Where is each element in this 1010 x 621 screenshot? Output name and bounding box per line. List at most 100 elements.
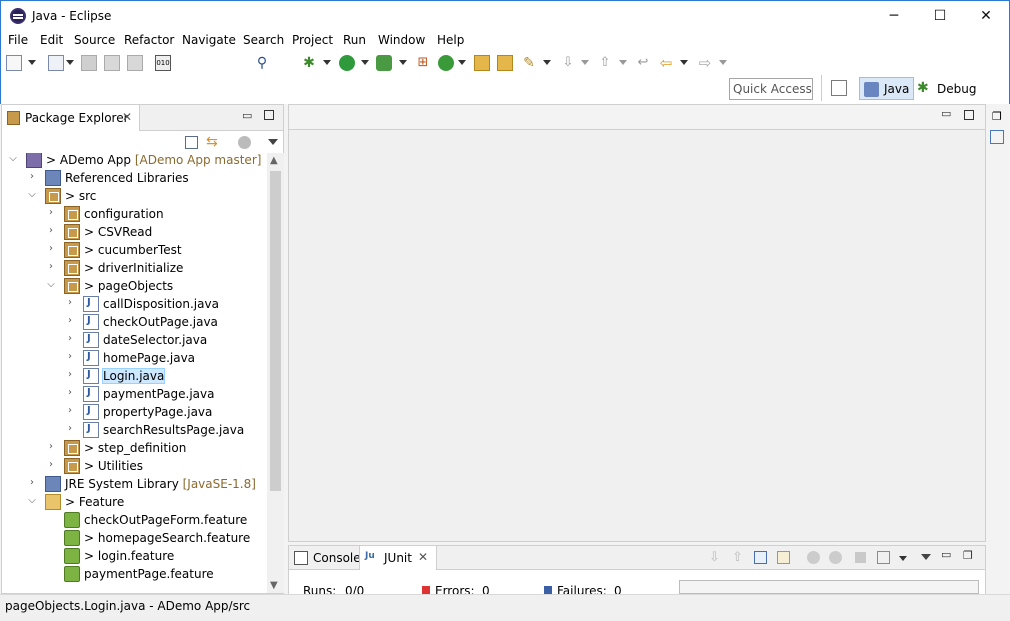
tree-item[interactable]: › JRE System Library [JavaSE-1.8] — [2, 475, 267, 493]
history-dropdown-icon[interactable] — [899, 556, 907, 561]
back-icon[interactable]: ⇦ — [658, 55, 674, 71]
open-task-icon[interactable] — [497, 55, 513, 71]
collapsed-chevron-icon[interactable]: › — [46, 441, 56, 453]
tree-item[interactable]: › configuration — [2, 205, 267, 223]
expanded-chevron-icon[interactable]: ⌵ — [27, 189, 37, 201]
menu-run[interactable]: Run — [343, 33, 366, 47]
minimize-editor-icon[interactable]: ▭ — [941, 107, 951, 120]
tree-item[interactable]: ⌵ > Feature — [2, 493, 267, 511]
minimize-button[interactable]: ─ — [871, 1, 917, 31]
forward-dropdown-icon[interactable] — [719, 60, 727, 65]
tree-item[interactable]: › checkOutPage.java — [2, 313, 267, 331]
collapsed-chevron-icon[interactable]: › — [65, 315, 75, 327]
collapsed-chevron-icon[interactable]: › — [65, 351, 75, 363]
tab-junit[interactable]: Ju JUnit ✕ — [359, 546, 437, 570]
restore-icon[interactable]: ❐ — [992, 110, 1002, 123]
maximize-editor-icon[interactable] — [964, 110, 974, 120]
collapse-all-icon[interactable] — [185, 136, 198, 149]
tree-scrollbar[interactable]: ▲ ▼ — [267, 153, 284, 593]
collapsed-chevron-icon[interactable]: › — [27, 477, 37, 489]
new-java-package-icon[interactable]: ⊞ — [415, 55, 431, 71]
show-failures-only-icon[interactable] — [754, 551, 767, 564]
prev-annotation-dropdown-icon[interactable] — [619, 60, 627, 65]
close-junit-tab-icon[interactable]: ✕ — [418, 550, 428, 564]
menu-source[interactable]: Source — [74, 33, 115, 47]
minimize-view-icon[interactable]: ▭ — [242, 109, 252, 122]
close-tab-icon[interactable]: ✕ — [122, 110, 132, 124]
collapsed-chevron-icon[interactable]: › — [46, 243, 56, 255]
quick-access-input[interactable]: Quick Access — [729, 78, 813, 100]
prev-failure-icon[interactable]: ⇧ — [732, 550, 743, 565]
debug-dropdown-icon[interactable] — [323, 60, 331, 65]
save-icon[interactable] — [81, 55, 97, 71]
save-all-icon[interactable] — [104, 55, 120, 71]
collapsed-chevron-icon[interactable]: › — [27, 171, 37, 183]
tree-item[interactable]: › callDisposition.java — [2, 295, 267, 313]
print-icon[interactable] — [127, 55, 143, 71]
run-last-tool-icon[interactable] — [376, 55, 392, 71]
tree-item[interactable]: › > step_definition — [2, 439, 267, 457]
view-menu-icon[interactable] — [268, 139, 278, 145]
collapsed-chevron-icon[interactable]: › — [46, 225, 56, 237]
search-dropdown-icon[interactable] — [543, 60, 551, 65]
tab-package-explorer[interactable]: Package Explorer ✕ — [2, 105, 140, 131]
last-edit-icon[interactable]: ↩ — [635, 55, 651, 71]
tree-item[interactable]: › > cucumberTest — [2, 241, 267, 259]
editor-canvas[interactable] — [289, 129, 985, 541]
run-tool-dropdown-icon[interactable] — [399, 60, 407, 65]
prev-annotation-icon[interactable]: ⇧ — [597, 55, 613, 71]
tree-item[interactable]: › Referenced Libraries — [2, 169, 267, 187]
close-button[interactable]: ✕ — [963, 1, 1009, 31]
scroll-lock-icon[interactable] — [777, 551, 790, 564]
rerun-failed-first-icon[interactable] — [829, 551, 842, 564]
tree-item[interactable]: ⌵ > ADemo App [ADemo App master] — [2, 153, 267, 169]
back-dropdown-icon[interactable] — [680, 60, 688, 65]
collapsed-chevron-icon[interactable]: › — [65, 387, 75, 399]
outline-icon[interactable] — [990, 130, 1004, 144]
open-dropdown-icon[interactable] — [66, 60, 74, 65]
open-type-icon[interactable] — [48, 55, 64, 71]
tree-item[interactable]: checkOutPageForm.feature — [2, 511, 267, 529]
tree-item[interactable]: > homepageSearch.feature — [2, 529, 267, 547]
expanded-chevron-icon[interactable]: ⌵ — [27, 495, 37, 507]
new-class-dropdown-icon[interactable] — [458, 60, 466, 65]
tree-item[interactable]: › homePage.java — [2, 349, 267, 367]
collapsed-chevron-icon[interactable]: › — [46, 207, 56, 219]
next-annotation-dropdown-icon[interactable] — [581, 60, 589, 65]
new-dropdown-icon[interactable] — [28, 60, 36, 65]
scroll-thumb[interactable] — [270, 171, 281, 491]
test-history-icon[interactable] — [877, 551, 890, 564]
expanded-chevron-icon[interactable]: ⌵ — [46, 279, 56, 291]
junit-view-menu-icon[interactable] — [921, 554, 931, 560]
menu-file[interactable]: File — [8, 33, 28, 47]
search-wand-icon[interactable]: ✎ — [521, 55, 537, 71]
menu-edit[interactable]: Edit — [40, 33, 63, 47]
menu-navigate[interactable]: Navigate — [182, 33, 236, 47]
menu-window[interactable]: Window — [378, 33, 425, 47]
run-icon[interactable] — [339, 55, 355, 71]
stop-test-icon[interactable] — [855, 552, 866, 563]
open-perspective-icon[interactable] — [831, 80, 847, 96]
collapsed-chevron-icon[interactable]: › — [65, 423, 75, 435]
tree-item[interactable]: › propertyPage.java — [2, 403, 267, 421]
minimize-panel-icon[interactable]: ▭ — [941, 548, 951, 561]
maximize-view-icon[interactable] — [264, 110, 274, 120]
collapsed-chevron-icon[interactable]: › — [65, 297, 75, 309]
menu-help[interactable]: Help — [437, 33, 464, 47]
focus-icon[interactable] — [238, 136, 251, 149]
rerun-test-icon[interactable] — [807, 551, 820, 564]
perspective-java[interactable]: Java — [859, 77, 915, 100]
tree-item[interactable]: › > driverInitialize — [2, 259, 267, 277]
new-icon[interactable] — [6, 55, 22, 71]
tree-item[interactable]: paymentPage.feature — [2, 565, 267, 583]
tree-item[interactable]: › dateSelector.java — [2, 331, 267, 349]
collapsed-chevron-icon[interactable]: › — [65, 369, 75, 381]
restore-panel-icon[interactable]: ❐ — [963, 549, 973, 562]
tree-item[interactable]: › Login.java — [2, 367, 267, 385]
binary-icon[interactable]: 010 — [155, 55, 171, 71]
debug-icon[interactable]: ✱ — [301, 55, 317, 71]
tree-item[interactable]: ⌵ > src — [2, 187, 267, 205]
tree-item[interactable]: › > Utilities — [2, 457, 267, 475]
pin-icon[interactable]: ⚲ — [254, 55, 270, 71]
tree-item[interactable]: > login.feature — [2, 547, 267, 565]
